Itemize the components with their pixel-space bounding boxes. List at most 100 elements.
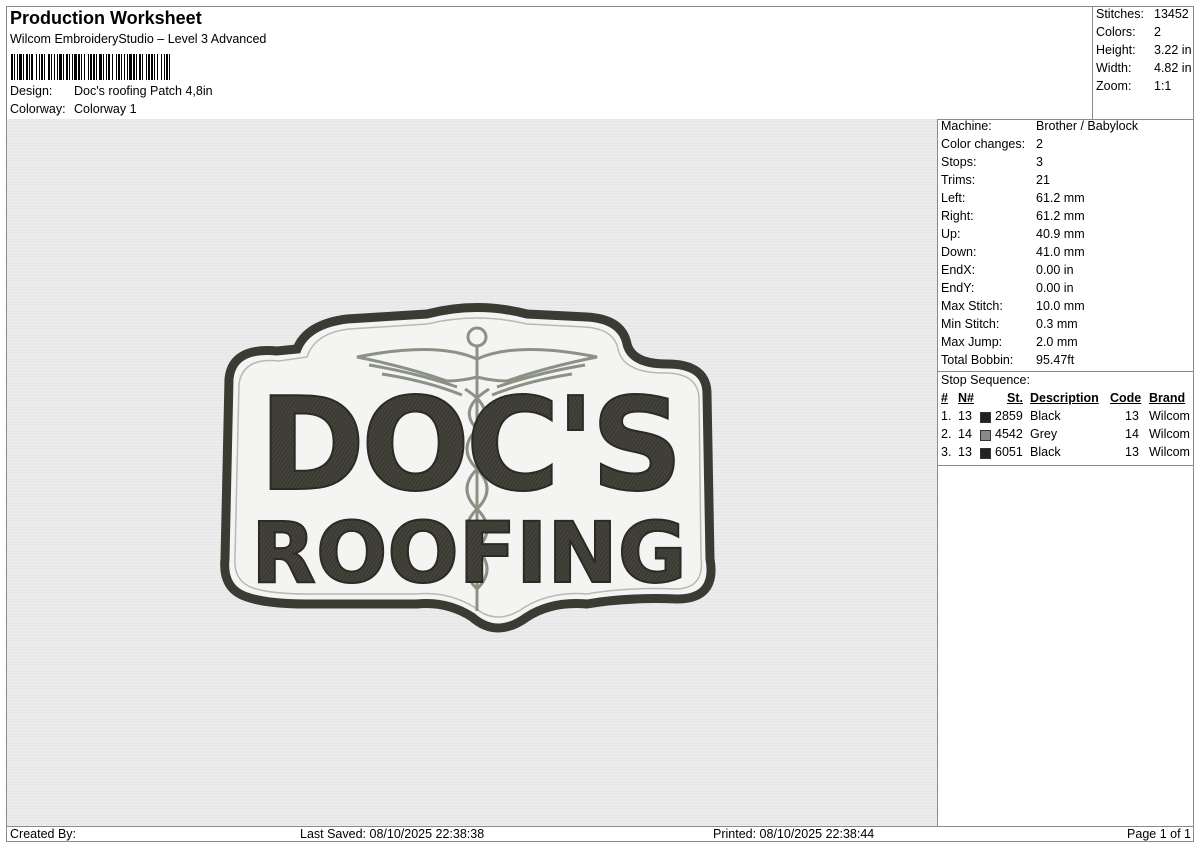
machine-info-row: Stops: 3 <box>941 155 1043 169</box>
table-header: # N# St. Description Code Brand <box>938 391 1194 409</box>
machine-info-panel: Machine: Brother / Babylock Color changes:… <box>938 119 1194 826</box>
machine-info-row: Total Bobbin: 95.47ft <box>941 353 1074 367</box>
info-label: Total Bobbin: <box>941 353 1014 367</box>
row-code: 13 <box>1125 445 1139 459</box>
table-row[interactable]: 3. 13 6051 Black 13 Wilcom <box>938 445 1194 463</box>
info-label: Max Stitch: <box>941 299 1003 313</box>
summary-value: 4.82 in <box>1154 61 1192 75</box>
info-value: 2.0 mm <box>1036 335 1078 349</box>
row-code: 14 <box>1125 427 1139 441</box>
info-value: 61.2 mm <box>1036 209 1085 223</box>
design-label: Design: <box>10 84 53 98</box>
info-value: 10.0 mm <box>1036 299 1085 313</box>
row-desc: Black <box>1030 445 1061 459</box>
summary-row: Stitches: 13452 <box>1096 7 1189 21</box>
design-text-line1: DOC'S <box>259 371 679 520</box>
worksheet-header: Production Worksheet Wilcom EmbroiderySt… <box>7 7 1092 119</box>
machine-info-row: Right: 61.2 mm <box>941 209 1085 223</box>
info-value: 41.0 mm <box>1036 245 1085 259</box>
info-label: EndY: <box>941 281 975 295</box>
row-brand: Wilcom <box>1149 409 1190 423</box>
summary-value: 13452 <box>1154 7 1189 21</box>
col-n: N# <box>958 391 974 405</box>
machine-info-row: Left: 61.2 mm <box>941 191 1085 205</box>
barcode-bar <box>170 54 172 80</box>
machine-info-row: Max Jump: 2.0 mm <box>941 335 1078 349</box>
summary-value: 1:1 <box>1154 79 1172 93</box>
machine-info-row: EndY: 0.00 in <box>941 281 1074 295</box>
machine-info-row: EndX: 0.00 in <box>941 263 1074 277</box>
row-code: 13 <box>1125 409 1139 423</box>
barcode <box>11 50 381 80</box>
info-value: 40.9 mm <box>1036 227 1085 241</box>
machine-info-row: Min Stitch: 0.3 mm <box>941 317 1078 331</box>
color-swatch <box>980 430 991 441</box>
machine-info-row: Up: 40.9 mm <box>941 227 1085 241</box>
info-value: 3 <box>1036 155 1043 169</box>
software-name: Wilcom EmbroideryStudio – Level 3 Advanc… <box>10 32 267 46</box>
colorway-value: Colorway 1 <box>74 102 137 116</box>
worksheet-footer: Created By: Last Saved: 08/10/2025 22:38… <box>7 826 1194 842</box>
row-num: 2. <box>941 427 952 441</box>
info-label: Down: <box>941 245 977 259</box>
info-value: 61.2 mm <box>1036 191 1085 205</box>
row-brand: Wilcom <box>1149 427 1190 441</box>
row-brand: Wilcom <box>1149 445 1190 459</box>
col-st: St. <box>1007 391 1023 405</box>
machine-info-row: Down: 41.0 mm <box>941 245 1085 259</box>
info-value: 21 <box>1036 173 1050 187</box>
design-preview[interactable]: DOC'S ROOFING <box>7 119 938 826</box>
row-st: 4542 <box>995 427 1023 441</box>
summary-label: Height: <box>1096 43 1136 57</box>
info-label: Trims: <box>941 173 976 187</box>
design-text-line2: ROOFING <box>251 504 686 602</box>
summary-row: Zoom: 1:1 <box>1096 79 1171 93</box>
info-value: 2 <box>1036 137 1043 151</box>
row-st: 2859 <box>995 409 1023 423</box>
stop-divider <box>938 371 1194 372</box>
machine-info-row: Machine: Brother / Babylock <box>941 119 1138 133</box>
summary-label: Colors: <box>1096 25 1136 39</box>
printed-date: Printed: 08/10/2025 22:38:44 <box>713 827 875 841</box>
row-st: 6051 <box>995 445 1023 459</box>
last-saved: Last Saved: 08/10/2025 22:38:38 <box>300 827 485 841</box>
summary-label: Zoom: <box>1096 79 1132 93</box>
row-num: 1. <box>941 409 952 423</box>
col-desc: Description <box>1030 391 1099 405</box>
design-row: Design: Doc's roofing Patch 4,8in <box>10 84 213 98</box>
created-by: Created By: <box>10 827 77 841</box>
table-row[interactable]: 1. 13 2859 Black 13 Wilcom <box>938 409 1194 427</box>
table-bottom-divider <box>938 465 1194 466</box>
color-swatch <box>980 412 991 423</box>
worksheet-frame: Production Worksheet Wilcom EmbroiderySt… <box>6 6 1194 842</box>
col-num: # <box>941 391 948 405</box>
summary-row: Width: 4.82 in <box>1096 61 1192 75</box>
summary-row: Height: 3.22 in <box>1096 43 1192 57</box>
info-value: 0.3 mm <box>1036 317 1078 331</box>
summary-row: Colors: 2 <box>1096 25 1161 39</box>
info-value: 0.00 in <box>1036 281 1074 295</box>
info-value: 0.00 in <box>1036 263 1074 277</box>
row-n: 13 <box>958 445 972 459</box>
row-n: 14 <box>958 427 972 441</box>
info-label: Left: <box>941 191 966 205</box>
color-swatch <box>980 448 991 459</box>
info-label: Color changes: <box>941 137 1026 151</box>
table-row[interactable]: 2. 14 4542 Grey 14 Wilcom <box>938 427 1194 445</box>
info-label: EndX: <box>941 263 976 277</box>
stop-sequence-title: Stop Sequence: <box>941 373 1030 387</box>
col-code: Code <box>1110 391 1142 405</box>
info-label: Stops: <box>941 155 977 169</box>
info-label: Machine: <box>941 119 992 133</box>
summary-label: Width: <box>1096 61 1132 75</box>
col-brand: Brand <box>1149 391 1186 405</box>
row-desc: Grey <box>1030 427 1058 441</box>
info-label: Right: <box>941 209 974 223</box>
page-number: Page 1 of 1 <box>1127 827 1191 841</box>
colorway-label: Colorway: <box>10 102 66 116</box>
summary-panel: Stitches: 13452 Colors: 2 Height: 3.22 in W… <box>1092 7 1194 119</box>
row-desc: Black <box>1030 409 1061 423</box>
info-label: Min Stitch: <box>941 317 1000 331</box>
machine-info-row: Trims: 21 <box>941 173 1050 187</box>
info-label: Up: <box>941 227 961 241</box>
